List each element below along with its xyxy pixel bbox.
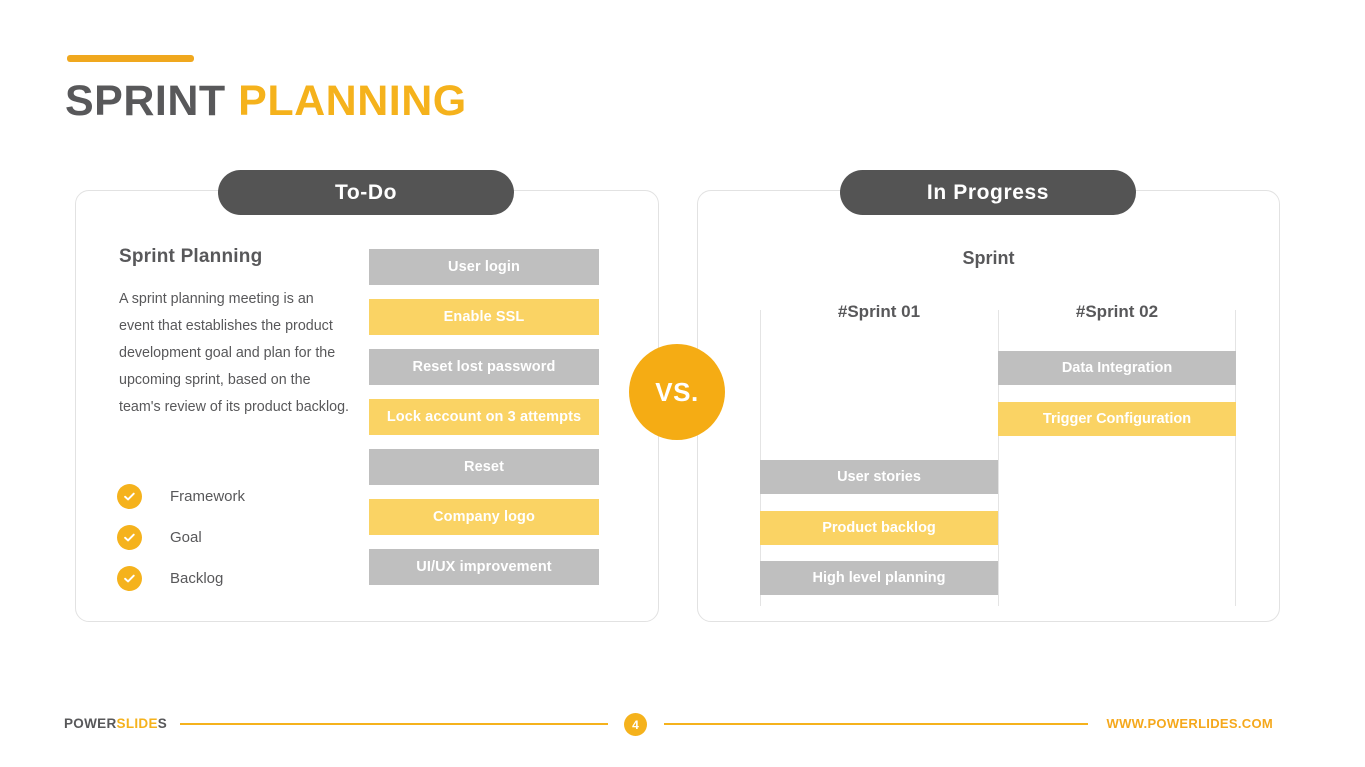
footer-rule-right [664,723,1088,725]
page-title-part-2: PLANNING [238,77,467,125]
in-progress-task-bar[interactable]: Product backlog [760,511,998,545]
check-circle-icon [117,525,142,550]
in-progress-task-bar[interactable]: User stories [760,460,998,494]
task-bar-gap [369,485,599,499]
sprint-heading: Sprint [962,248,1015,268]
list-item: Framework [117,476,347,517]
check-circle-icon [117,484,142,509]
checklist: Framework Goal Backlog [117,476,347,599]
page-title-part-1: SPRINT [65,77,226,125]
task-bar-gap [369,535,599,549]
title-accent-bar [67,55,194,62]
task-bar-gap [369,335,599,349]
todo-panel-header-pill[interactable]: To-Do [218,170,514,215]
footer-rule-left [180,723,608,725]
slide-canvas: SPRINT PLANNING To-Do In Progress Sprint… [0,0,1365,767]
in-progress-task-bar[interactable]: Data Integration [998,351,1236,385]
page-number-badge: 4 [624,713,647,736]
todo-task-bar[interactable]: Company logo [369,499,599,535]
sprint-planning-heading: Sprint Planning [119,246,263,267]
todo-task-bar[interactable]: Reset lost password [369,349,599,385]
in-progress-task-bar[interactable]: Trigger Configuration [998,402,1236,436]
todo-task-bar[interactable]: Reset [369,449,599,485]
page-title: SPRINT PLANNING [65,74,467,128]
todo-task-list: User login Enable SSL Reset lost password L… [369,249,599,585]
footer-website-url[interactable]: WWW.POWERLIDES.COM [1107,716,1273,731]
todo-task-bar[interactable]: Enable SSL [369,299,599,335]
sprint-02-task-list: Data Integration Trigger Configuration [998,310,1236,606]
check-circle-icon [117,566,142,591]
footer-logo-part-1: POWER [64,716,117,731]
todo-task-bar[interactable]: User login [369,249,599,285]
task-bar-gap [369,435,599,449]
checklist-item-label: Backlog [170,570,224,587]
footer-logo[interactable]: POWERSLIDES [64,716,167,731]
checklist-item-label: Goal [170,529,202,546]
todo-task-bar[interactable]: UI/UX improvement [369,549,599,585]
in-progress-task-bar[interactable]: High level planning [760,561,998,595]
sprint-planning-description: A sprint planning meeting is an event th… [119,291,349,415]
task-bar-gap [369,385,599,399]
list-item: Goal [117,517,347,558]
versus-badge: VS. [629,344,725,440]
checklist-item-label: Framework [170,488,246,505]
todo-task-bar[interactable]: Lock account on 3 attempts [369,399,599,435]
in-progress-panel-header-pill[interactable]: In Progress [840,170,1136,215]
footer-logo-part-3: S [157,716,168,731]
sprint-01-task-list: User stories Product backlog High level pl… [760,310,998,606]
task-bar-gap [369,285,599,299]
footer-logo-part-2: SLIDE [116,716,158,731]
list-item: Backlog [117,558,347,599]
